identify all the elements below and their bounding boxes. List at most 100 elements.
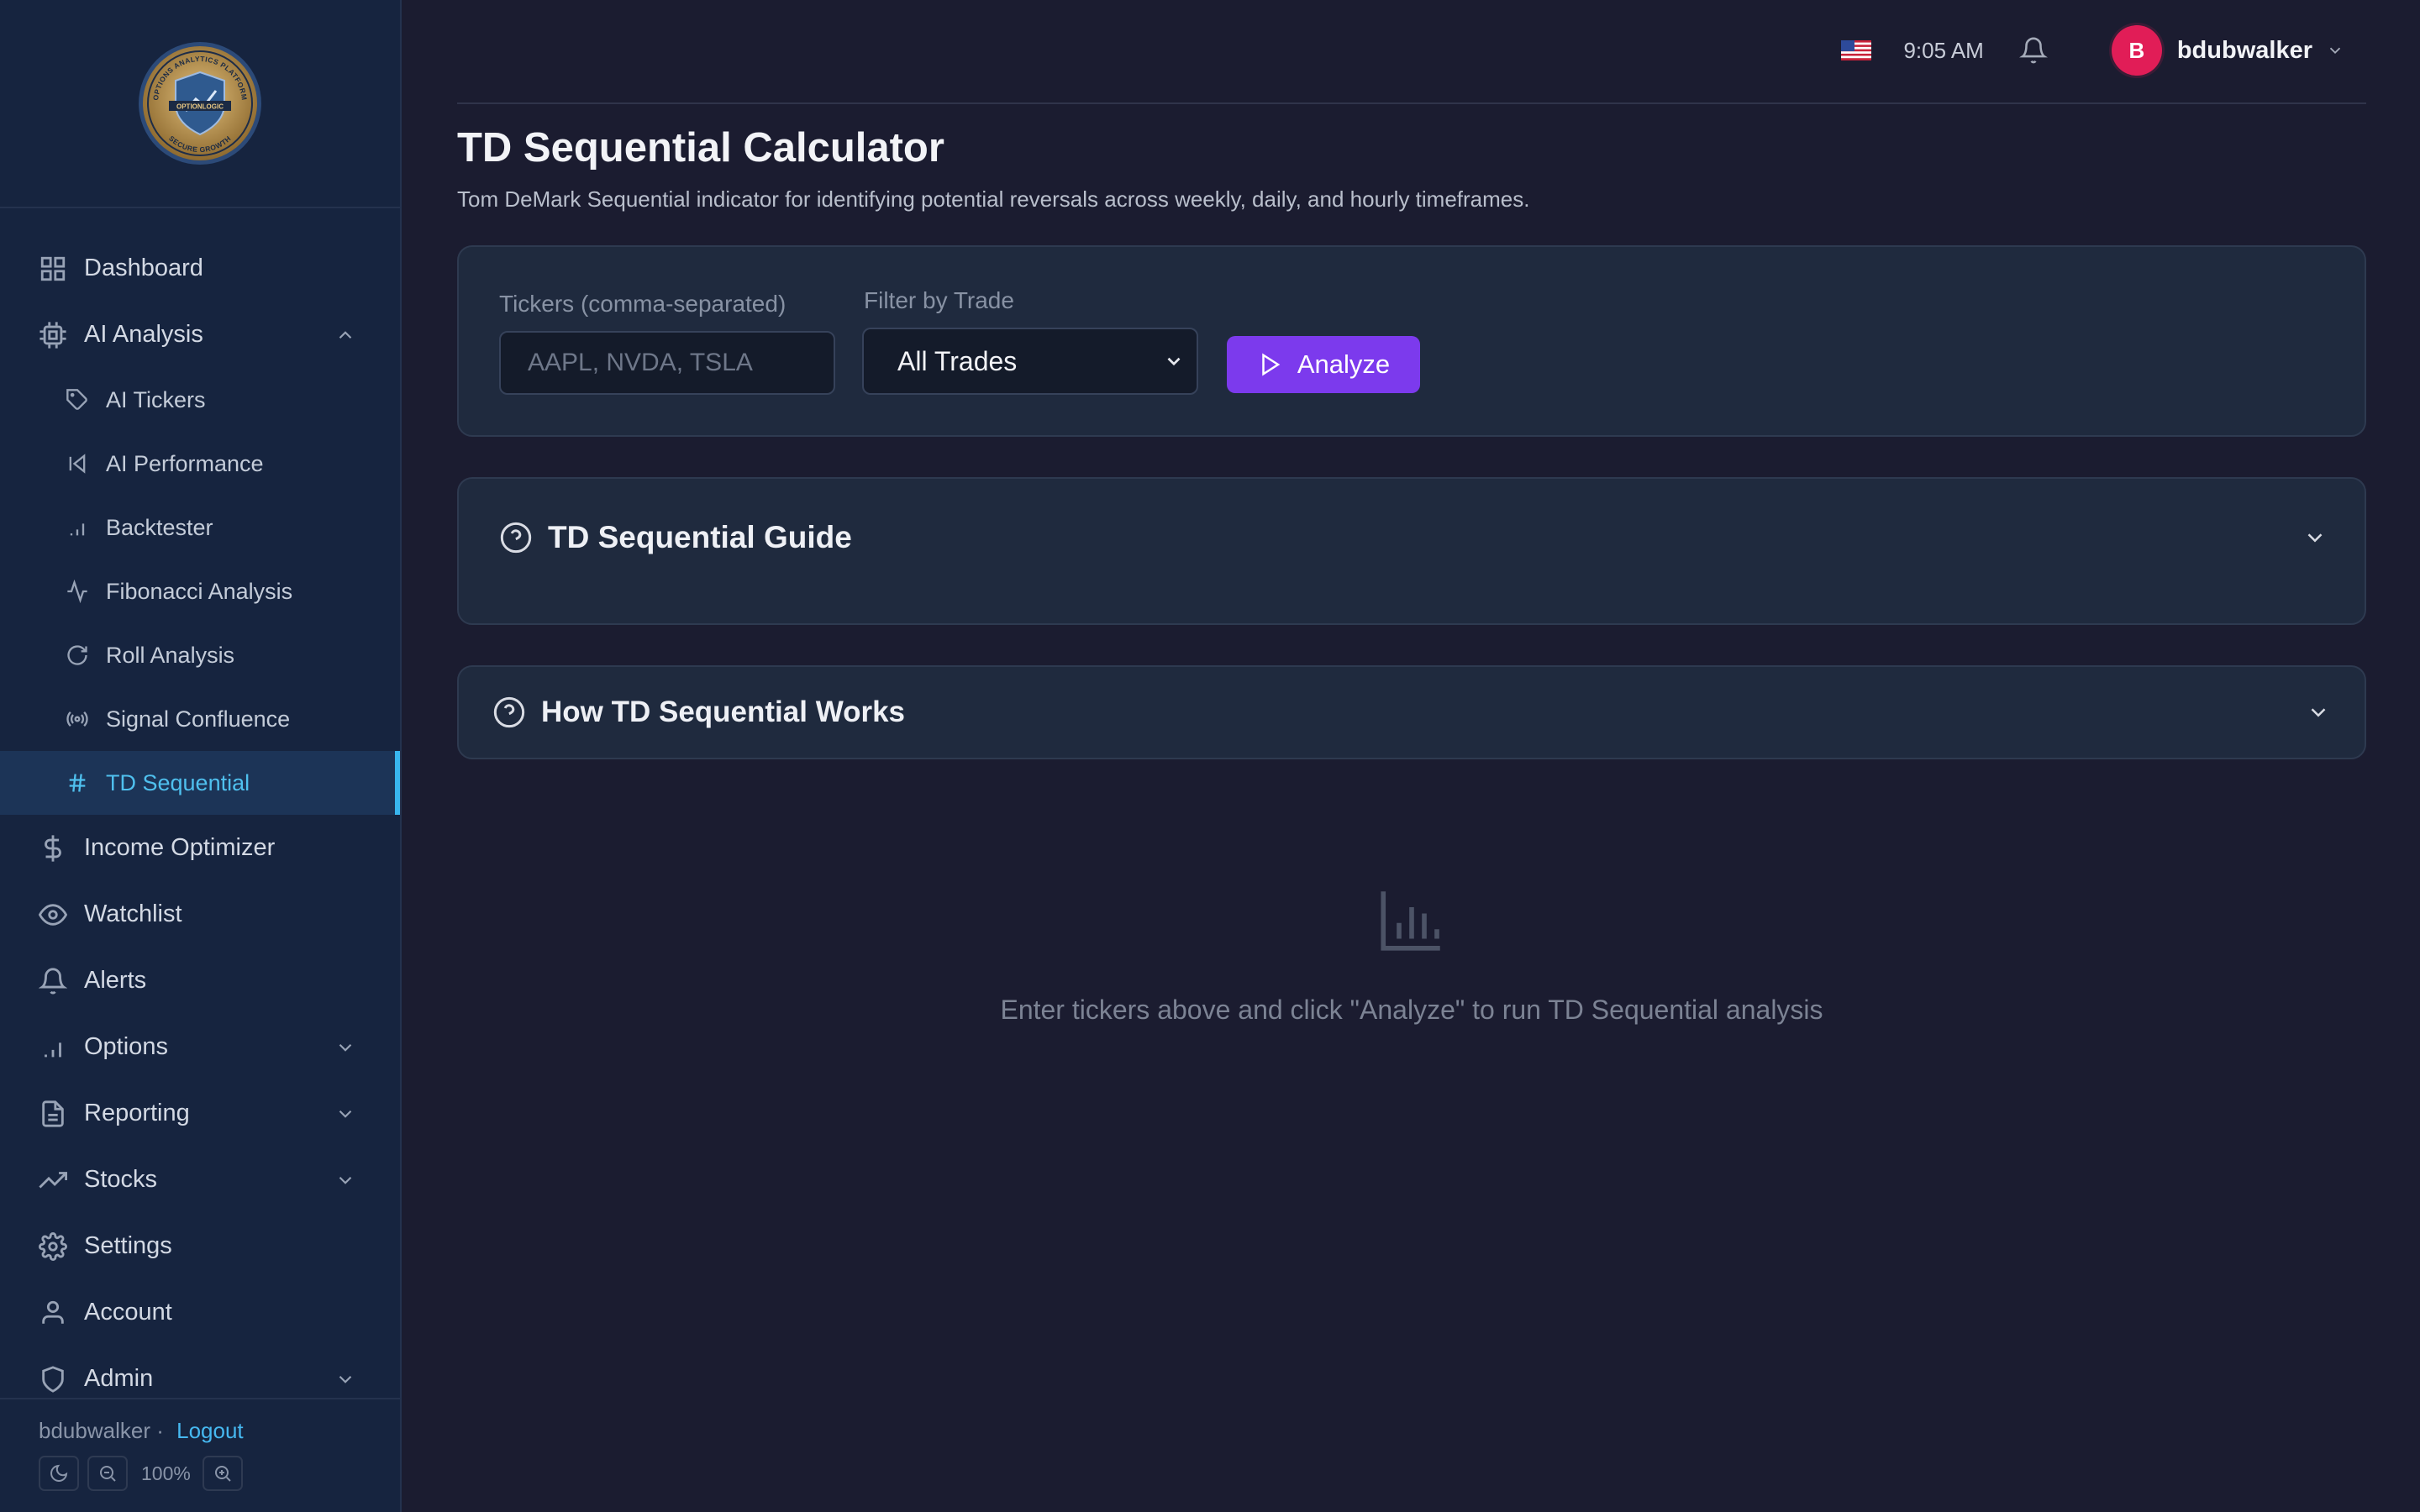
top-bar-right: 9:05 AM B bdubwalker [1841, 25, 2366, 76]
sidebar-nav: Dashboard AI Analysis AI Tickers AI Perf… [0, 235, 400, 1412]
top-bar: 9:05 AM B bdubwalker [457, 0, 2366, 104]
logo-area: OPTIONS ANALYTICS PLATFORM SECURE GROWTH… [0, 0, 400, 208]
sidebar-item-label: Fibonacci Analysis [106, 578, 293, 604]
trade-filter-value: All Trades [897, 345, 1018, 376]
sidebar-item-td-sequential[interactable]: TD Sequential [0, 751, 400, 815]
sidebar-item-backtester[interactable]: Backtester [0, 496, 400, 559]
play-icon [1262, 353, 1281, 376]
trending-up-icon [39, 1171, 67, 1189]
sidebar-item-label: Stocks [84, 1166, 158, 1193]
page-subtitle: Tom DeMark Sequential indicator for iden… [457, 186, 1530, 212]
activity-icon [67, 580, 87, 603]
bar-chart-icon [45, 1042, 61, 1057]
sidebar-item-label: AI Analysis [84, 321, 203, 348]
refresh-icon [67, 645, 87, 665]
sidebar-item-label: Signal Confluence [106, 706, 291, 732]
sidebar-item-options[interactable]: Options [0, 1014, 400, 1080]
footer-controls: 100% [39, 1456, 400, 1491]
file-icon [42, 1100, 64, 1127]
cpu-icon [39, 321, 66, 349]
sidebar-item-label: Income Optimizer [84, 834, 276, 861]
bell-icon [39, 968, 67, 994]
chevron-down-icon[interactable] [334, 1368, 356, 1390]
sidebar-item-roll-analysis[interactable]: Roll Analysis [0, 623, 400, 687]
chevron-down-icon[interactable] [334, 1103, 356, 1125]
sidebar-item-label: Alerts [84, 967, 147, 994]
how-accordion-header[interactable]: How TD Sequential Works [492, 667, 2331, 758]
sidebar-item-income-optimizer[interactable]: Income Optimizer [0, 815, 400, 881]
chevron-down-icon [1167, 357, 1181, 366]
footer-user-line: bdubwalker · Logout [39, 1418, 400, 1444]
eye-icon [39, 903, 67, 926]
chevron-down-icon[interactable] [2326, 41, 2344, 60]
analyze-button[interactable]: Analyze [1227, 336, 1420, 393]
hash-icon [69, 774, 86, 792]
zoom-out-icon [100, 1466, 116, 1482]
sidebar-item-watchlist[interactable]: Watchlist [0, 881, 400, 948]
chevron-down-icon[interactable] [334, 1169, 356, 1191]
analysis-controls-card: Tickers (comma-separated) Filter by Trad… [457, 245, 2366, 437]
sidebar-item-ai-analysis[interactable]: AI Analysis [0, 302, 400, 368]
chevron-down-icon[interactable] [334, 1037, 356, 1058]
logo-center-text: OPTIONLOGIC [176, 103, 224, 111]
tag-icon [66, 389, 87, 410]
sidebar: OPTIONS ANALYTICS PLATFORM SECURE GROWTH… [0, 0, 402, 1512]
grid-icon [40, 256, 66, 281]
sidebar-item-settings[interactable]: Settings [0, 1213, 400, 1279]
sidebar-item-label: Roll Analysis [106, 642, 235, 668]
help-circle-icon [493, 696, 525, 728]
chevron-up-icon[interactable] [334, 324, 356, 346]
zoom-in-button[interactable] [202, 1456, 243, 1491]
sidebar-item-label: AI Performance [106, 450, 264, 476]
sidebar-item-fibonacci-analysis[interactable]: Fibonacci Analysis [0, 559, 400, 623]
td-sequential-guide-panel: TD Sequential Guide [457, 477, 2366, 625]
sidebar-item-ai-performance[interactable]: AI Performance [0, 432, 400, 496]
sidebar-item-signal-confluence[interactable]: Signal Confluence [0, 687, 400, 751]
sidebar-item-account[interactable]: Account [0, 1279, 400, 1346]
how-td-sequential-works-panel: How TD Sequential Works [457, 665, 2366, 759]
moon-icon [50, 1464, 68, 1482]
how-title: How TD Sequential Works [541, 696, 906, 728]
user-menu-name[interactable]: bdubwalker [2177, 37, 2312, 65]
gear-icon [39, 1231, 67, 1261]
sidebar-item-label: Reporting [84, 1100, 190, 1126]
zoom-out-button[interactable] [87, 1456, 128, 1491]
analyze-button-label: Analyze [1297, 349, 1391, 379]
avatar[interactable]: B [2111, 25, 2162, 76]
sidebar-item-label: Dashboard [84, 255, 203, 281]
page-title: TD Sequential Calculator [457, 125, 944, 171]
bar-chart-icon [70, 523, 85, 536]
shield-icon [42, 1365, 64, 1393]
trade-filter-select[interactable]: All Trades [862, 328, 1198, 395]
us-flag-icon[interactable] [1841, 40, 1872, 60]
zoom-in-icon [214, 1466, 231, 1482]
tickers-input[interactable] [499, 331, 835, 395]
sidebar-item-stocks[interactable]: Stocks [0, 1147, 400, 1213]
sidebar-item-label: Options [84, 1033, 168, 1060]
tickers-label: Tickers (comma-separated) [499, 291, 786, 317]
sidebar-item-label: AI Tickers [106, 386, 206, 412]
sidebar-item-label: Backtester [106, 514, 213, 540]
footer-separator: · [156, 1418, 164, 1443]
sidebar-item-reporting[interactable]: Reporting [0, 1080, 400, 1147]
guide-title: TD Sequential Guide [548, 520, 852, 554]
footer-username: bdubwalker [39, 1418, 150, 1443]
sidebar-item-label: Account [84, 1299, 172, 1326]
sidebar-item-dashboard[interactable]: Dashboard [0, 235, 400, 302]
sidebar-footer: bdubwalker · Logout 100% [0, 1398, 400, 1512]
chevron-down-icon [2307, 533, 2323, 543]
bar-chart-icon [1381, 891, 1440, 951]
skip-back-icon [69, 454, 86, 474]
app-logo[interactable]: OPTIONS ANALYTICS PLATFORM SECURE GROWTH… [137, 40, 263, 166]
help-circle-icon [500, 522, 532, 554]
clock-time: 9:05 AM [1903, 37, 1984, 63]
empty-state-message: Enter tickers above and click "Analyze" … [1000, 995, 1823, 1025]
theme-toggle-button[interactable] [39, 1456, 79, 1491]
sidebar-item-alerts[interactable]: Alerts [0, 948, 400, 1014]
logout-link[interactable]: Logout [176, 1418, 244, 1443]
guide-accordion-header[interactable]: TD Sequential Guide [499, 479, 2328, 596]
sidebar-item-ai-tickers[interactable]: AI Tickers [0, 368, 400, 432]
zoom-level: 100% [141, 1462, 191, 1484]
user-icon [42, 1300, 64, 1324]
notification-bell-icon[interactable] [2018, 36, 2048, 65]
